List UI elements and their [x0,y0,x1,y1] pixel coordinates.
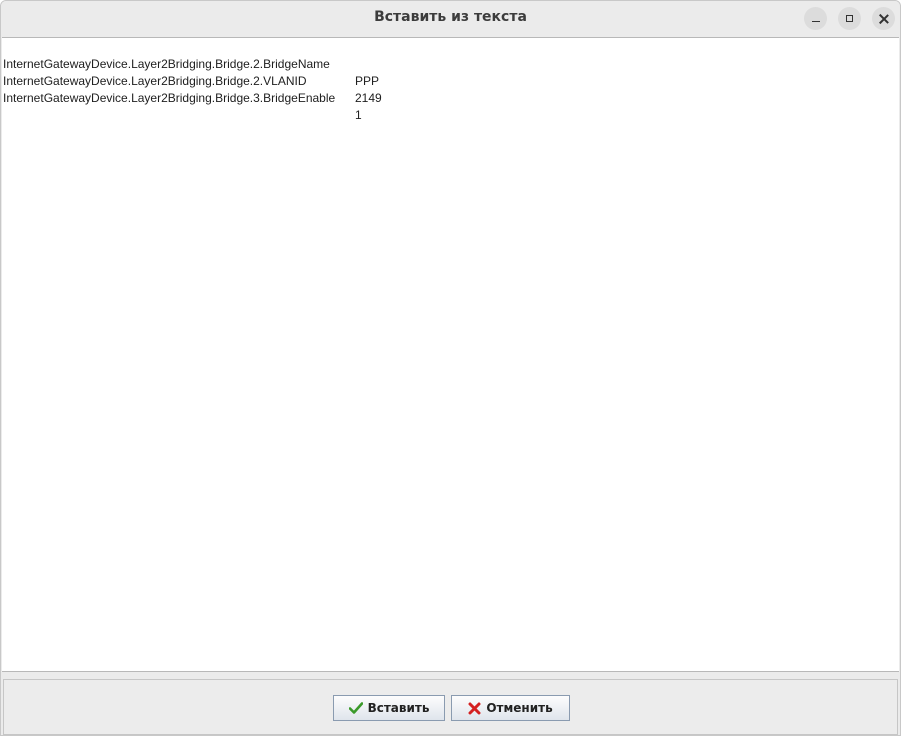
paste-from-text-dialog: Вставить из текста InternetGatewayDevice… [0,0,901,736]
window-title: Вставить из текста [374,9,527,25]
insert-button[interactable]: Вставить [333,695,445,721]
insert-button-label: Вставить [367,701,430,715]
text-line: InternetGatewayDevice.Layer2Bridging.Bri… [3,39,899,88]
maximize-icon [846,15,853,22]
paste-text-area[interactable]: InternetGatewayDevice.Layer2Bridging.Bri… [2,37,899,672]
minimize-button[interactable] [804,7,827,30]
cancel-button[interactable]: Отменить [451,695,570,721]
button-bar: Вставить Отменить [3,679,898,735]
maximize-button[interactable] [838,7,861,30]
parameter-value: 2149 [355,91,382,105]
parameter-path: InternetGatewayDevice.Layer2Bridging.Bri… [3,91,336,105]
checkmark-icon [348,702,363,714]
red-x-icon [468,702,481,715]
close-icon [879,14,889,24]
close-button[interactable] [872,7,895,30]
cancel-button-label: Отменить [486,701,553,715]
title-bar[interactable]: Вставить из текста [1,1,900,35]
text-line: InternetGatewayDevice.Layer2Bridging.Bri… [3,56,899,105]
text-line: InternetGatewayDevice.Layer2Bridging.Bri… [3,73,899,122]
minimize-icon [811,20,820,23]
parameter-value: 1 [355,108,362,122]
